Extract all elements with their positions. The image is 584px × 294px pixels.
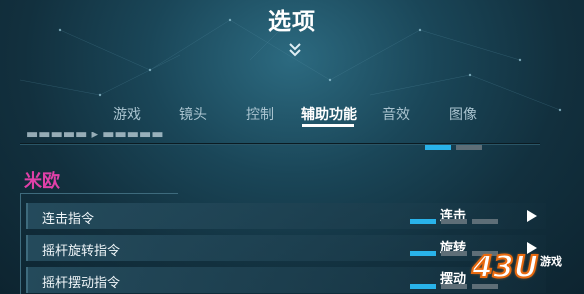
setting-label: 摇杆摆动指令: [42, 276, 121, 291]
list-top-divider: [20, 143, 540, 144]
option-segment-off[interactable]: [472, 219, 498, 224]
scrolled-row-remnant: ▬▬▬▬▬ ▸ ▬▬▬▬▬: [26, 132, 164, 142]
watermark-sub: 游戏: [540, 255, 562, 268]
section-title: 米欧: [24, 171, 60, 192]
tab-accessibility[interactable]: 辅助功能: [301, 104, 357, 124]
tab-bar: 游戏 镜头 控制 辅助功能 音效 图像: [0, 104, 584, 128]
setting-row-combo[interactable]: 连击指令: [26, 203, 546, 229]
tab-controls[interactable]: 控制: [246, 104, 274, 124]
tab-graphics[interactable]: 图像: [449, 104, 477, 124]
setting-row-stick-swing[interactable]: 摇杆摆动指令: [26, 267, 546, 293]
tab-audio[interactable]: 音效: [382, 104, 410, 124]
option-segment-on[interactable]: [410, 284, 436, 289]
option-segment-off[interactable]: [441, 219, 467, 224]
partial-row-segment-off: [456, 145, 482, 150]
tab-camera[interactable]: 镜头: [179, 104, 207, 124]
setting-row-stick-rotate[interactable]: 摇杆旋转指令: [26, 235, 546, 261]
tab-game[interactable]: 游戏: [113, 104, 141, 124]
watermark-logo: 43U 游戏: [471, 249, 584, 294]
partial-row-segment-on: [425, 145, 451, 150]
page-title: 选项: [268, 9, 316, 35]
setting-label: 摇杆旋转指令: [42, 244, 121, 259]
option-segment-off[interactable]: [441, 251, 467, 256]
active-tab-indicator: [302, 124, 354, 127]
option-segment-on[interactable]: [410, 251, 436, 256]
watermark-main: 43U: [471, 249, 539, 286]
double-chevron-down-icon[interactable]: [286, 41, 304, 59]
option-segment-on[interactable]: [410, 219, 436, 224]
play-arrow-icon[interactable]: [526, 209, 538, 223]
option-segment-off[interactable]: [441, 284, 467, 289]
setting-label: 连击指令: [42, 212, 95, 227]
